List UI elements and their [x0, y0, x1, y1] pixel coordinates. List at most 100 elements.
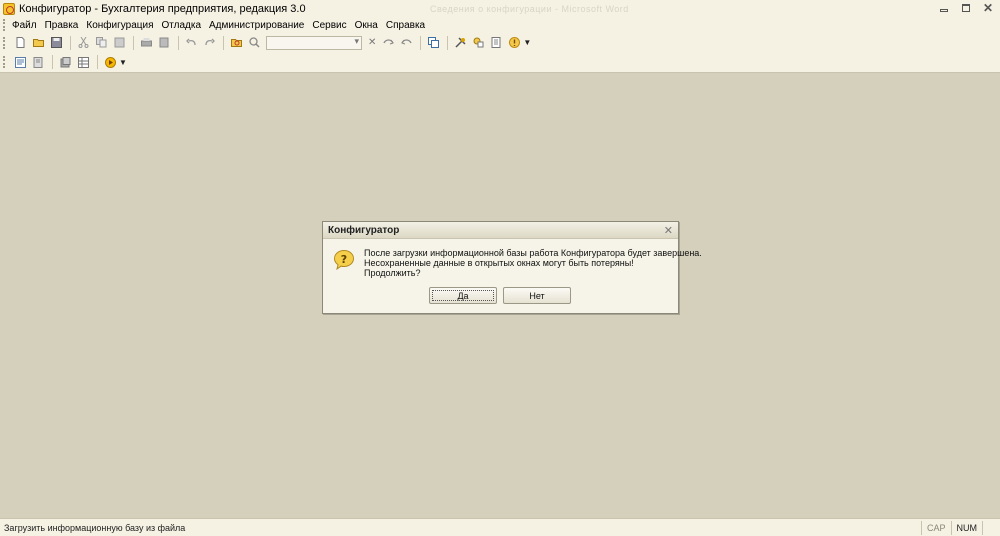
toolbar-separator: [223, 35, 224, 50]
window-controls: ✕: [934, 0, 998, 15]
find-folder-icon: [230, 39, 242, 47]
module-button[interactable]: [30, 54, 46, 70]
properties-button[interactable]: [488, 35, 504, 51]
standard-toolbar: ✕ ▼: [0, 33, 1000, 52]
toolbar-separator: [447, 35, 449, 50]
run-debug-button[interactable]: [102, 54, 118, 70]
copy-icon: [95, 37, 106, 48]
config-toolbar: ▼: [0, 52, 1000, 73]
menu-administration[interactable]: Администрирование: [209, 20, 304, 31]
print-icon: [140, 38, 152, 47]
find-prev-button[interactable]: [398, 35, 414, 51]
paste-button[interactable]: [111, 35, 127, 51]
redo-button[interactable]: [201, 35, 217, 51]
syntax-helper-icon: [473, 37, 484, 48]
title-bar: Конфигуратор - Бухгалтерия предприятия, …: [0, 0, 1000, 17]
redo-icon: [204, 38, 215, 46]
menu-edit[interactable]: Правка: [45, 20, 79, 31]
print-preview-button[interactable]: [156, 35, 172, 51]
resize-grip-icon[interactable]: [982, 520, 1000, 535]
grid-button[interactable]: [75, 54, 91, 70]
num-lock-indicator: NUM: [950, 520, 983, 535]
open-button[interactable]: [30, 35, 46, 51]
dialog-message: После загрузки информационной базы работ…: [364, 248, 702, 278]
toolbar-separator: [70, 35, 71, 50]
cut-icon: [78, 37, 88, 48]
dialog-title: Конфигуратор: [328, 224, 400, 236]
no-button[interactable]: Нет: [503, 287, 571, 304]
search-combo[interactable]: [266, 35, 362, 50]
chevron-down-icon[interactable]: ▼: [119, 58, 127, 67]
minimize-icon: [940, 8, 948, 12]
windows-icon: [427, 37, 439, 48]
find-next-icon: [383, 39, 394, 45]
clear-search-icon[interactable]: ✕: [368, 37, 376, 48]
app-icon[interactable]: [3, 2, 15, 15]
yes-button[interactable]: Да: [429, 287, 497, 304]
module-icon: [33, 56, 42, 68]
menu-help[interactable]: Справка: [386, 20, 425, 31]
info-button[interactable]: [506, 35, 522, 51]
menu-file[interactable]: Файл: [12, 20, 37, 31]
tools-button[interactable]: [452, 35, 468, 51]
minimize-button[interactable]: [934, 0, 954, 15]
no-button-label: Нет: [529, 290, 545, 301]
status-text: Загрузить информационную базу из файла: [4, 522, 186, 533]
save-button[interactable]: [48, 35, 64, 51]
undo-button[interactable]: [183, 35, 199, 51]
question-icon: ?: [333, 249, 355, 271]
menu-debug[interactable]: Отладка: [161, 20, 201, 31]
copy-button[interactable]: [93, 35, 109, 51]
syntax-helper-button[interactable]: [470, 35, 486, 51]
find-in-files-button[interactable]: [228, 35, 244, 51]
info-icon: [508, 37, 520, 48]
dialog-title-bar[interactable]: Конфигуратор ✕: [323, 222, 678, 239]
print-preview-icon: [159, 37, 168, 48]
undo-icon: [185, 38, 196, 46]
dialog-close-icon[interactable]: ✕: [664, 224, 673, 237]
menu-configuration[interactable]: Конфигурация: [86, 20, 153, 31]
restore-button[interactable]: [956, 0, 976, 15]
status-bar: Загрузить информационную базу из файла C…: [0, 518, 1000, 536]
menu-bar: Файл Правка Конфигурация Отладка Админис…: [0, 17, 1000, 33]
find-icon: [248, 37, 260, 48]
grid-icon: [77, 56, 89, 68]
new-doc-button[interactable]: [12, 35, 28, 51]
new-doc-icon: [16, 37, 24, 48]
open-config-button[interactable]: [12, 54, 28, 70]
save-icon: [50, 37, 62, 48]
svg-text:?: ?: [341, 253, 347, 266]
run-debug-icon: [104, 56, 116, 68]
restore-icon: [962, 3, 970, 12]
print-button[interactable]: [138, 35, 154, 51]
open-folder-icon: [32, 39, 44, 47]
cut-button[interactable]: [75, 35, 91, 51]
confirm-dialog: Конфигуратор ✕ ? После загрузки информац…: [322, 221, 702, 314]
toolbar-separator: [133, 35, 134, 50]
find-prev-icon: [401, 39, 412, 45]
close-button[interactable]: ✕: [978, 0, 998, 15]
toolbar-separator: [52, 55, 53, 69]
toolbar-separator: [420, 35, 422, 50]
menu-service[interactable]: Сервис: [312, 20, 346, 31]
dialog-message-line: Несохраненные данные в открытых окнах мо…: [364, 258, 634, 268]
ghost-title: Сведения о конфигурации - Microsoft Word: [430, 4, 629, 14]
yes-button-label: Да: [457, 290, 469, 301]
menubar-grip-icon[interactable]: [3, 19, 6, 31]
find-next-button[interactable]: [380, 35, 396, 51]
menu-windows[interactable]: Окна: [355, 20, 378, 31]
caps-lock-indicator: CAP: [920, 520, 951, 535]
windows-button[interactable]: [425, 35, 441, 51]
toolbar-grip-icon[interactable]: [3, 56, 6, 68]
dialog-message-line: Продолжить?: [364, 268, 421, 278]
find-button[interactable]: [246, 35, 262, 51]
window-title: Конфигуратор - Бухгалтерия предприятия, …: [19, 2, 306, 15]
toolbar-grip-icon[interactable]: [3, 36, 6, 49]
config-window-icon: [14, 56, 26, 68]
db-config-button[interactable]: [57, 54, 73, 70]
toolbar-separator: [97, 55, 98, 69]
toolbar-separator: [178, 35, 179, 50]
dialog-message-line: После загрузки информационной базы работ…: [364, 248, 702, 258]
chevron-down-icon[interactable]: ▼: [523, 38, 531, 47]
properties-icon: [491, 37, 501, 48]
